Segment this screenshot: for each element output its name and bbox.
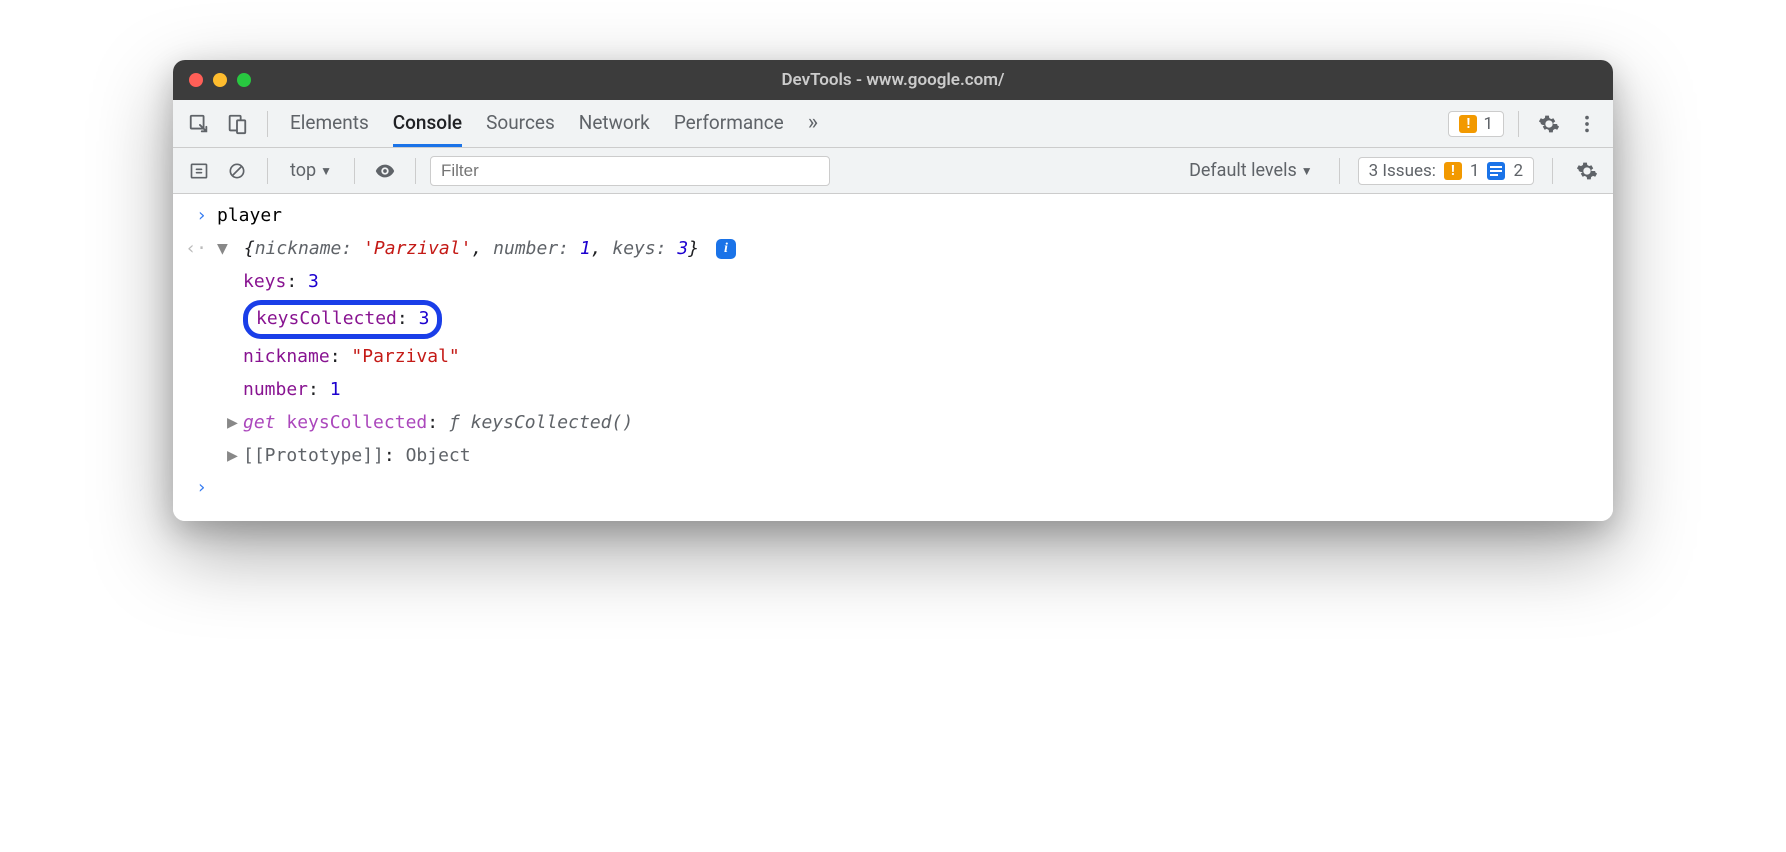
maximize-button[interactable] [237,73,251,87]
summary-value: 1 [580,238,591,259]
summary-value: 3 [677,238,688,259]
prop-value: "Parzival" [351,343,459,372]
close-button[interactable] [189,73,203,87]
input-chevron-icon: › [185,474,217,503]
separator [1552,158,1553,184]
prop-value: 1 [330,376,341,405]
tab-network[interactable]: Network [579,100,650,147]
console-settings-icon[interactable] [1571,155,1603,187]
proto-value: Object [406,442,471,471]
console-prompt[interactable]: › [173,472,1613,505]
settings-icon[interactable] [1533,108,1565,140]
brace: { [244,238,255,259]
separator [267,111,268,137]
prototype-row[interactable]: ▶ [[Prototype]]: Object [173,440,1613,473]
tab-elements[interactable]: Elements [290,100,369,147]
output-chevron-icon: ‹· [185,235,217,264]
sidebar-toggle-icon[interactable] [183,155,215,187]
issues-label: 3 Issues: [1369,161,1436,181]
object-property-row: keys: 3 [173,266,1613,299]
tab-sources[interactable]: Sources [486,100,555,147]
devtools-window: DevTools - www.google.com/ Elements Cons… [173,60,1613,521]
tab-performance[interactable]: Performance [674,100,784,147]
input-chevron-icon: › [185,202,217,231]
object-property-row: nickname: "Parzival" [173,341,1613,374]
minimize-button[interactable] [213,73,227,87]
info-icon [1487,162,1505,180]
summary-value: 'Parzival' [363,238,471,259]
filter-input[interactable] [430,156,830,186]
chevron-down-icon: ▼ [1301,164,1313,178]
getter-row[interactable]: ▶ get keysCollected: ƒ keysCollected() [173,407,1613,440]
summary-key: number: [493,238,569,259]
getter-fn: ƒ keysCollected() [449,409,633,438]
kebab-menu-icon[interactable] [1571,108,1603,140]
summary-key: keys: [612,238,666,259]
clear-console-icon[interactable] [221,155,253,187]
proto-key: [[Prototype]] [243,442,384,471]
separator [1339,158,1340,184]
warning-icon: ! [1459,115,1477,133]
separator [1518,111,1519,137]
context-selector[interactable]: top ▼ [282,157,340,184]
info-icon[interactable]: i [716,239,736,259]
issues-summary[interactable]: 3 Issues: ! 1 2 [1358,157,1534,185]
tabs: Elements Console Sources Network Perform… [290,100,818,147]
titlebar: DevTools - www.google.com/ [173,60,1613,100]
device-toggle-icon[interactable] [221,108,253,140]
inspect-icon[interactable] [183,108,215,140]
separator [267,158,268,184]
log-levels-selector[interactable]: Default levels ▼ [1181,157,1321,184]
tab-console[interactable]: Console [393,100,462,147]
warn-count: 1 [1470,161,1480,181]
prop-key: keys [243,268,286,297]
disclosure-triangle-icon[interactable]: ▼ [217,235,233,264]
window-title: DevTools - www.google.com/ [173,70,1613,90]
object-property-row-highlighted: keysCollected: 3 [173,298,1613,341]
issues-badge[interactable]: ! 1 [1448,111,1504,137]
context-label: top [290,160,316,181]
get-keyword: get [243,409,276,438]
levels-label: Default levels [1189,160,1297,181]
console-input-row: › player [173,200,1613,233]
console-toolbar: top ▼ Default levels ▼ 3 Issues: ! 1 [173,148,1613,194]
disclosure-triangle-icon[interactable]: ▶ [227,442,243,471]
disclosure-triangle-icon[interactable]: ▶ [227,409,243,438]
highlight-annotation: keysCollected: 3 [243,300,442,339]
summary-key: nickname: [255,238,353,259]
prop-value: 3 [419,308,430,329]
console-output-row: ‹· ▼ {nickname: 'Parzival', number: 1, k… [173,233,1613,266]
prop-key: keysCollected [256,308,397,329]
separator [354,158,355,184]
traffic-lights [173,73,251,87]
chevron-down-icon: ▼ [320,164,332,178]
issues-count: 1 [1483,114,1493,134]
getter-name: keysCollected [286,409,427,438]
prop-key: nickname [243,343,330,372]
brace: } [688,238,699,259]
tabbar: Elements Console Sources Network Perform… [173,100,1613,148]
console-output: › player ‹· ▼ {nickname: 'Parzival', num… [173,194,1613,521]
object-property-row: number: 1 [173,374,1613,407]
info-count: 2 [1513,161,1523,181]
separator [415,158,416,184]
warning-icon: ! [1444,162,1462,180]
tabs-overflow-icon[interactable]: » [808,100,818,147]
prop-value: 3 [308,268,319,297]
prop-key: number [243,376,308,405]
input-text: player [217,202,1601,231]
live-expression-icon[interactable] [369,155,401,187]
